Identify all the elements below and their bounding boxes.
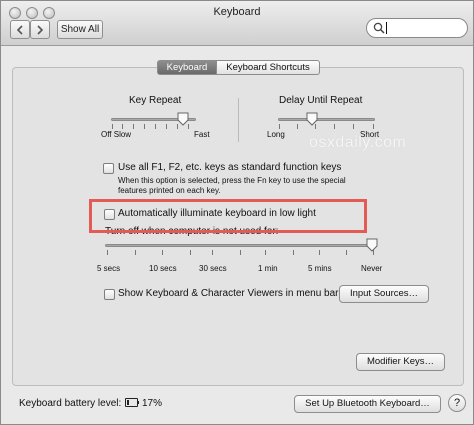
watermark-text: osxdaily.com (309, 134, 407, 151)
back-button[interactable] (10, 20, 30, 39)
turn-off-slider-knob[interactable] (366, 238, 378, 252)
modifier-keys-button[interactable]: Modifier Keys… (356, 353, 445, 371)
text-caret (386, 22, 387, 34)
search-icon (373, 22, 385, 34)
input-sources-button[interactable]: Input Sources… (339, 285, 429, 303)
battery-icon (125, 398, 139, 407)
back-arrow-icon (16, 25, 23, 35)
tab-keyboard[interactable]: Keyboard (157, 60, 217, 75)
battery-percent: 17% (142, 398, 163, 409)
turn-off-tick-label: 5 mins (308, 264, 332, 273)
viewers-checkbox[interactable] (104, 289, 115, 300)
keyboard-preferences-window: Keyboard Show All Keyboard Keyboard Shor… (0, 0, 474, 425)
bluetooth-keyboard-button[interactable]: Set Up Bluetooth Keyboard… (294, 395, 441, 413)
forward-button[interactable] (30, 20, 50, 39)
key-repeat-fast-label: Fast (194, 130, 210, 139)
key-repeat-slider-knob[interactable] (177, 112, 189, 126)
fn-keys-label[interactable]: Use all F1, F2, etc. keys as standard fu… (118, 162, 341, 173)
delay-long-label: Long (267, 130, 285, 139)
help-button[interactable]: ? (448, 394, 466, 412)
key-repeat-slow-label: Off Slow (101, 130, 132, 139)
delay-repeat-slider-knob[interactable] (306, 112, 318, 126)
tab-keyboard-shortcuts[interactable]: Keyboard Shortcuts (216, 60, 320, 75)
turn-off-tick-label: 10 secs (149, 264, 177, 273)
slider-divider (238, 98, 239, 142)
window-title: Keyboard (213, 6, 261, 18)
search-input[interactable] (366, 18, 468, 38)
turn-off-tick-label: 5 secs (97, 264, 121, 273)
delay-until-repeat-heading: Delay Until Repeat (279, 95, 363, 106)
fn-keys-note-line2: features printed on each key. (118, 186, 221, 195)
title-bar: Keyboard Show All (1, 1, 473, 46)
turn-off-tick-label: Never (361, 264, 383, 273)
fn-keys-checkbox[interactable] (103, 163, 114, 174)
battery-level-label: Keyboard battery level: (19, 398, 122, 409)
battery-fill (127, 400, 129, 405)
turn-off-tick-label: 1 min (258, 264, 278, 273)
forward-arrow-icon (37, 25, 44, 35)
delay-repeat-track[interactable] (278, 118, 375, 121)
turn-off-tick-label: 30 secs (199, 264, 227, 273)
viewers-label[interactable]: Show Keyboard & Character Viewers in men… (118, 288, 338, 299)
key-repeat-heading: Key Repeat (129, 95, 182, 106)
highlight-annotation-box (89, 199, 367, 233)
turn-off-track[interactable] (105, 244, 376, 247)
show-all-button[interactable]: Show All (57, 20, 103, 39)
fn-keys-note-line1: When this option is selected, press the … (118, 176, 346, 185)
